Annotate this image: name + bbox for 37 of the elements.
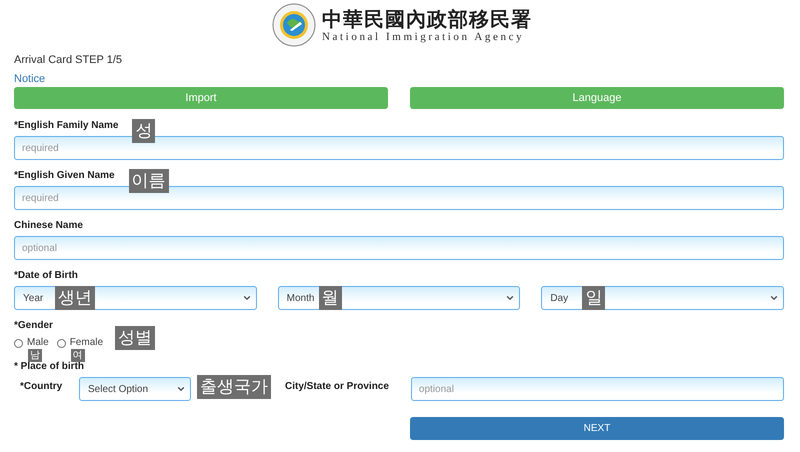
radio-button[interactable]: [14, 338, 23, 348]
radio-button[interactable]: [56, 338, 66, 348]
annotation-label: 생년: [55, 286, 95, 310]
caret-icon: [505, 293, 516, 303]
caret-icon: [769, 293, 779, 303]
caret-icon: [176, 384, 186, 394]
field-label: *English Given Name: [14, 169, 115, 183]
country-select[interactable]: Select Option: [79, 377, 191, 401]
dropdown-select[interactable]: Year 생년: [14, 286, 257, 310]
annotation-label: 일: [582, 286, 606, 310]
dropdown-select[interactable]: Day 일: [541, 286, 784, 310]
radio-label: Male: [27, 336, 49, 350]
annotation-label: 여: [70, 349, 85, 362]
annotation-label: 남: [28, 349, 42, 362]
field-label: *Date of Birth: [14, 269, 78, 283]
field-label: City/State or Province: [285, 380, 389, 394]
field-label: *Country: [20, 380, 64, 394]
next-button[interactable]: NEXT: [410, 417, 784, 440]
step-heading: Arrival Card STEP 1/5: [14, 53, 124, 67]
dropdown-select[interactable]: Month 월: [278, 286, 520, 310]
field-label: Chinese Name: [14, 219, 83, 233]
annotation-label: 성별: [115, 326, 156, 350]
annotation-label: 출생국가: [197, 375, 271, 399]
text-field[interactable]: optional: [14, 236, 784, 260]
agency-title: 中華民國內政部移民署: [322, 6, 532, 30]
annotation-label: 성: [132, 119, 156, 143]
caret-icon: [242, 293, 252, 303]
annotation-label: 월: [318, 286, 342, 310]
field-label: *Gender: [14, 319, 53, 333]
field-label: *English Family Name: [14, 119, 118, 133]
agency-logo-icon: [272, 3, 316, 47]
agency-subtitle: National Immigration Agency: [322, 30, 524, 44]
radio-label: Female: [70, 336, 104, 350]
notice-link[interactable]: Notice: [14, 72, 46, 86]
field-label: * Place of birth: [14, 360, 84, 374]
annotation-label: 이름: [128, 169, 169, 193]
text-field[interactable]: optional: [410, 377, 784, 401]
